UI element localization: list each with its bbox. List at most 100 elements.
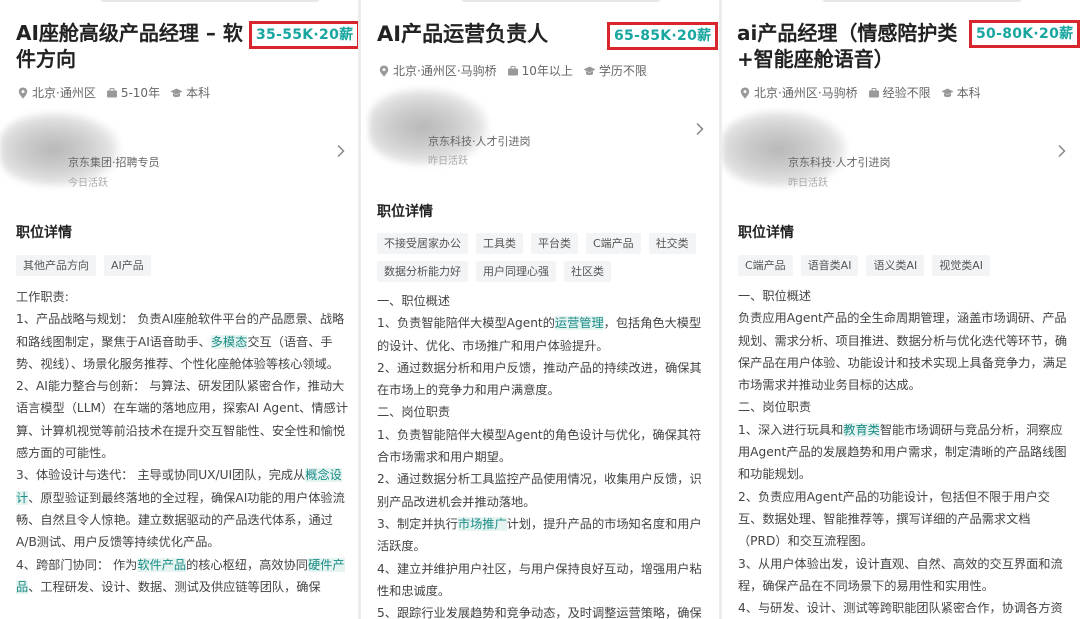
desc-line: 二、岗位职责 <box>738 400 812 415</box>
job-meta: 北京·通州区·马驹桥 经验不限 本科 <box>739 84 981 101</box>
chevron-right-icon[interactable] <box>336 144 346 158</box>
desc-line: 1、负责智能陪伴大模型Agent的运营管理，包括角色大模型的设计、优化、市场推广… <box>377 316 702 353</box>
desc-line: 2、通过数据分析和用户反馈，推动产品的持续改进，确保其在市场上的竞争力和用户满意… <box>377 360 702 398</box>
tag: 社区类 <box>564 261 611 282</box>
desc-line: 2、通过数据分析工具监控产品使用情况，收集用户反馈，识别产品改进机会并推动落地。 <box>377 472 702 509</box>
highlight-link[interactable]: 运营管理 <box>554 316 604 331</box>
tag: 平台类 <box>531 233 578 254</box>
graduation-cap-icon <box>170 88 183 97</box>
desc-line: 1、产品战略与规划： 负责AI座舱软件平台的产品愿景、战略和路线图制定，聚焦于A… <box>16 312 345 371</box>
recruiter-active: 昨日活跃 <box>428 156 468 167</box>
experience-item: 经验不限 <box>868 84 931 101</box>
job-title: AI座舱高级产品经理 – 软件方向 <box>16 21 243 71</box>
tag: C端产品 <box>738 255 793 276</box>
tag: 视觉类AI <box>932 255 991 276</box>
job-card-2: AI产品运营负责人 65-85K·20薪 北京·通州区·马驹桥 10年以上 学历… <box>361 0 719 619</box>
experience-text: 10年以上 <box>521 64 573 78</box>
desc-line: 4、建立并维护用户社区，与用户保持良好互动，增强用户粘性和忠诚度。 <box>377 561 702 598</box>
job-meta: 北京·通州区·马驹桥 10年以上 学历不限 <box>378 62 647 79</box>
tag: 数据分析能力好 <box>377 261 468 282</box>
graduation-cap-icon <box>583 66 596 75</box>
desc-line: 1、负责智能陪伴大模型Agent的角色设计与优化，确保其符合市场需求和用户期望。 <box>377 427 702 465</box>
experience-text: 经验不限 <box>882 86 931 100</box>
salary-badge: 35-55K·20薪 <box>249 21 358 49</box>
experience-item: 10年以上 <box>507 62 573 79</box>
desc-line: 负责应用Agent产品的全生命周期管理，涵盖市场调研、产品规划、需求分析、项目推… <box>738 311 1068 393</box>
location-item: 北京·通州区 <box>17 84 96 101</box>
desc-line: 3、从用户体验出发，设计直观、自然、高效的交互界面和流程，确保产品在不同场景下的… <box>738 556 1063 593</box>
tag-list: 不接受居家办公 工具类 平台类 C端产品 社交类 数据分析能力好 用户同理心强 … <box>377 233 707 282</box>
desc-line: 一、职位概述 <box>377 294 451 308</box>
salary-badge: 65-85K·20薪 <box>607 22 719 50</box>
desc-line: 3、体验设计与迭代： 主导或协同UX/UI团队，完成从概念设计、原型验证到最终落… <box>16 468 345 550</box>
recruiter-active: 昨日活跃 <box>788 178 828 189</box>
tag-list: 其他产品方向 AI产品 <box>16 255 346 276</box>
location-pin-icon <box>18 87 28 98</box>
chevron-right-icon[interactable] <box>695 122 705 136</box>
chevron-right-icon[interactable] <box>1057 144 1067 158</box>
highlight-link[interactable]: 教育类 <box>843 422 880 437</box>
desc-line: 4、与研发、设计、测试等跨职能团队紧密合作，协调各方资 <box>738 601 1063 616</box>
tag: 社交类 <box>648 233 696 254</box>
tag: 语音类AI <box>800 255 859 276</box>
education-text: 本科 <box>186 86 211 100</box>
tag: 不接受居家办公 <box>377 233 468 254</box>
section-title: 职位详情 <box>16 225 72 241</box>
location-item: 北京·通州区·马驹桥 <box>378 62 497 79</box>
tag: 语义类AI <box>866 255 925 276</box>
recruiter-company: 京东集团·招聘专员 <box>68 156 160 169</box>
location-text: 北京·通州区·马驹桥 <box>393 64 497 78</box>
desc-line: 2、负责应用Agent产品的功能设计，包括但不限于用户交互、数据处理、智能推荐等… <box>738 489 1050 549</box>
job-meta: 北京·通州区 5-10年 本科 <box>17 84 210 101</box>
recruiter-avatar <box>722 110 847 188</box>
highlight-link[interactable]: 软件产品 <box>137 557 187 572</box>
desc-line: 2、AI能力整合与创新： 与算法、研发团队紧密合作，推动大语言模型（LLM）在车… <box>16 379 348 461</box>
desc-line: 1、深入进行玩具和教育类智能市场调研与竞品分析，洞察应用Agent产品的发展趋势… <box>738 422 1067 482</box>
tag: AI产品 <box>104 255 151 276</box>
job-card-1: AI座舱高级产品经理 – 软件方向 35-55K·20薪 北京·通州区 5-10… <box>0 0 358 619</box>
experience-item: 5-10年 <box>106 84 160 101</box>
highlight-link[interactable]: 市场推广 <box>457 516 507 531</box>
section-title: 职位详情 <box>377 204 433 220</box>
top-edge <box>461 0 661 2</box>
briefcase-icon <box>868 87 879 97</box>
desc-line: 工作职责: <box>16 290 69 304</box>
tag: 工具类 <box>476 233 523 254</box>
education-item: 学历不限 <box>583 62 647 79</box>
location-pin-icon <box>740 87 750 98</box>
recruiter-active: 今日活跃 <box>68 178 108 189</box>
top-edge <box>100 0 320 2</box>
recruiter-company: 京东科技·人才引进岗 <box>428 135 531 148</box>
experience-text: 5-10年 <box>120 86 161 100</box>
tag-list: C端产品 语音类AI 语义类AI 视觉类AI <box>738 255 1068 276</box>
tag: 其他产品方向 <box>16 255 96 276</box>
highlight-link[interactable]: 多模态 <box>210 334 248 349</box>
location-text: 北京·通州区 <box>32 86 96 100</box>
location-text: 北京·通州区·马驹桥 <box>754 86 858 100</box>
job-description: 一、职位概述 负责应用Agent产品的全生命周期管理，涵盖市场调研、产品规划、需… <box>738 285 1070 619</box>
tag: 用户同理心强 <box>476 261 556 282</box>
desc-line: 3、制定并执行市场推广计划，提升产品的市场知名度和用户活跃度。 <box>377 516 702 554</box>
location-item: 北京·通州区·马驹桥 <box>739 84 858 101</box>
education-text: 本科 <box>956 86 981 100</box>
job-title: ai产品经理（情感陪护类+智能座舱语音） <box>737 21 958 71</box>
job-title: AI产品运营负责人 <box>377 22 549 46</box>
section-title: 职位详情 <box>738 225 794 241</box>
top-edge <box>822 0 1022 2</box>
education-item: 本科 <box>941 84 981 101</box>
job-card-3: ai产品经理（情感陪护类+智能座舱语音） 50-80K·20薪 北京·通州区·马… <box>722 0 1080 619</box>
education-item: 本科 <box>170 84 210 101</box>
job-description: 工作职责: 1、产品战略与规划： 负责AI座舱软件平台的产品愿景、战略和路线图制… <box>16 286 348 598</box>
salary-badge: 50-80K·20薪 <box>969 20 1080 48</box>
desc-line: 二、岗位职责 <box>377 405 451 420</box>
briefcase-icon <box>507 65 518 75</box>
graduation-cap-icon <box>941 88 954 97</box>
desc-line: 4、跨部门协同： 作为软件产品的核心枢纽，高效协同硬件产品、工程研发、设计、数据… <box>16 557 345 594</box>
desc-line: 一、职位概述 <box>738 289 812 303</box>
desc-line: 5、跟踪行业发展趋势和竞争动态，及时调整运营策略，确保 <box>377 606 702 619</box>
job-description: 一、职位概述 1、负责智能陪伴大模型Agent的运营管理，包括角色大模型的设计、… <box>377 290 709 619</box>
tag: C端产品 <box>586 233 641 254</box>
recruiter-company: 京东科技·人才引进岗 <box>788 156 891 169</box>
education-text: 学历不限 <box>598 64 647 78</box>
briefcase-icon <box>106 87 117 97</box>
